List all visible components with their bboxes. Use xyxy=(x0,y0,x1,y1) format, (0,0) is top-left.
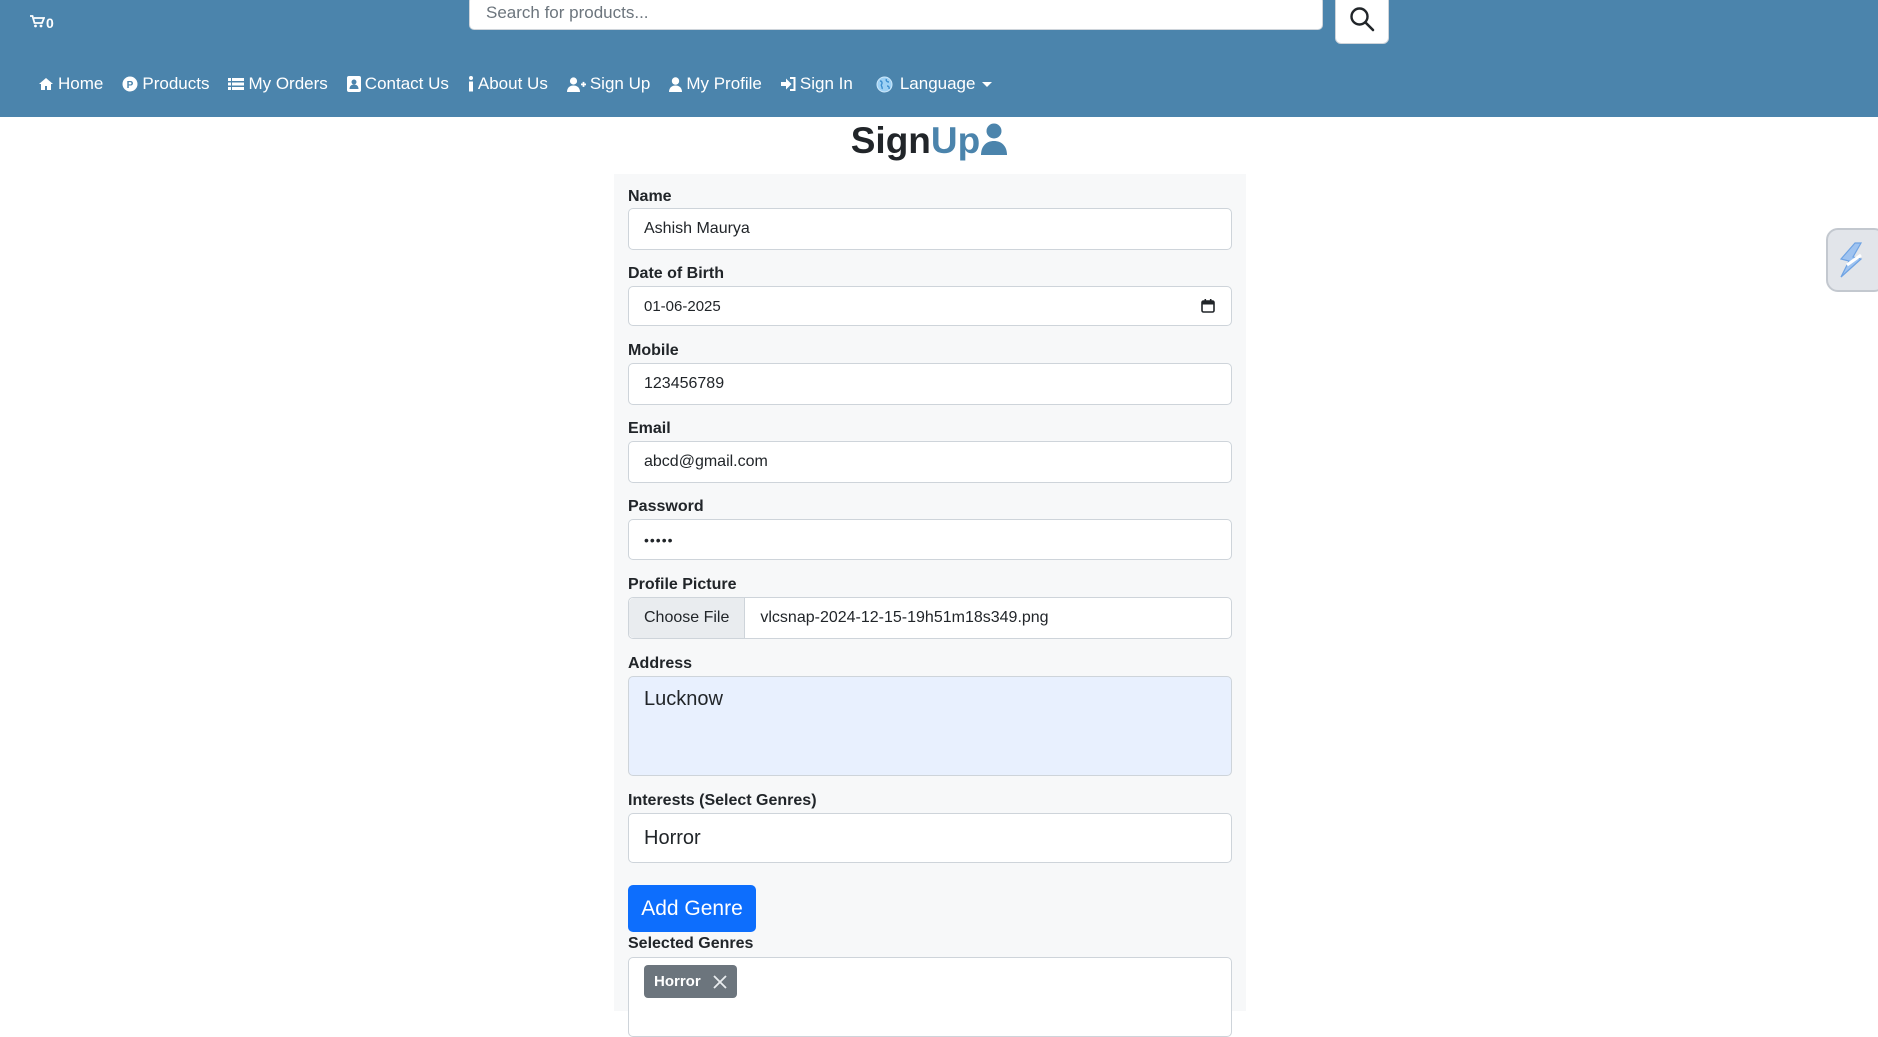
genre-tag: Horror xyxy=(644,965,737,998)
nav-products-label: Products xyxy=(142,74,210,93)
profile-picture-field[interactable]: Choose File vlcsnap-2024-12-15-19h51m18s… xyxy=(628,597,1232,639)
profile-picture-label: Profile Picture xyxy=(628,576,737,593)
nav-my-orders[interactable]: My Orders xyxy=(228,74,328,94)
interests-label: Interests (Select Genres) xyxy=(628,792,817,809)
page-title: SignUp xyxy=(0,120,1858,164)
dob-value: 01-06-2025 xyxy=(644,297,721,315)
selected-genres-label: Selected Genres xyxy=(628,935,754,952)
nav-my-profile[interactable]: My Profile xyxy=(669,74,762,94)
nav-sign-up[interactable]: Sign Up xyxy=(566,74,651,94)
close-icon[interactable] xyxy=(713,974,727,989)
page-title-part2: Up xyxy=(930,120,981,161)
nav-home[interactable]: Home xyxy=(38,74,103,94)
nav-products[interactable]: P Products xyxy=(122,74,209,94)
email-label: Email xyxy=(628,420,671,437)
nav-language-dropdown[interactable]: Language xyxy=(876,74,993,94)
calendar-icon[interactable] xyxy=(1201,299,1215,317)
nav-about-us[interactable]: About Us xyxy=(468,74,548,94)
mobile-label: Mobile xyxy=(628,342,679,359)
choose-file-button[interactable]: Choose File xyxy=(629,598,746,638)
page-title-part1: Sign xyxy=(850,120,931,161)
interests-value: Horror xyxy=(644,826,701,849)
name-field[interactable]: Ashish Maurya xyxy=(628,208,1232,250)
interests-select[interactable]: Horror xyxy=(628,813,1232,863)
cart-button[interactable]: 0 xyxy=(30,15,54,31)
file-name: vlcsnap-2024-12-15-19h51m18s349.png xyxy=(760,609,1049,626)
side-widget-button[interactable] xyxy=(1826,228,1878,292)
svg-text:P: P xyxy=(127,80,134,91)
user-icon xyxy=(981,122,1008,164)
password-label: Password xyxy=(628,498,704,515)
user-icon xyxy=(669,76,683,92)
name-label: Name xyxy=(628,188,672,205)
dob-label: Date of Birth xyxy=(628,265,724,282)
top-navbar: 0 Home P Products My Orders xyxy=(0,0,1878,117)
cart-icon xyxy=(30,15,46,31)
nav-language-label: Language xyxy=(899,74,976,93)
nav-home-label: Home xyxy=(58,74,104,93)
search-icon xyxy=(1349,6,1375,32)
info-icon xyxy=(468,76,474,92)
products-icon: P xyxy=(122,76,138,92)
password-value: ••••• xyxy=(644,531,674,548)
genre-tag-label: Horror xyxy=(654,973,701,990)
main-nav: Home P Products My Orders Contact Us Abo… xyxy=(38,74,1011,94)
address-value: Lucknow xyxy=(644,688,723,710)
password-field[interactable]: ••••• xyxy=(628,519,1232,560)
globe-icon xyxy=(876,76,893,93)
nav-sign-in-label: Sign In xyxy=(799,74,853,93)
signup-form: Name Ashish Maurya Date of Birth 01-06-2… xyxy=(614,174,1246,1037)
list-icon xyxy=(228,77,245,91)
add-genre-button[interactable]: Add Genre xyxy=(628,885,756,932)
nav-sign-in[interactable]: Sign In xyxy=(780,74,853,94)
email-value: abcd@gmail.com xyxy=(644,453,768,470)
lightning-icon xyxy=(1835,241,1867,279)
search-button[interactable] xyxy=(1335,0,1389,44)
contact-card-icon xyxy=(346,76,361,92)
mobile-value: 123456789 xyxy=(644,375,725,392)
nav-my-profile-label: My Profile xyxy=(686,74,762,93)
sign-in-icon xyxy=(780,77,796,91)
name-value: Ashish Maurya xyxy=(644,220,750,237)
address-field[interactable]: Lucknow xyxy=(628,676,1232,776)
cart-count: 0 xyxy=(46,15,54,31)
email-field[interactable]: abcd@gmail.com xyxy=(628,441,1232,483)
nav-contact-us-label: Contact Us xyxy=(364,74,449,93)
nav-contact-us[interactable]: Contact Us xyxy=(346,74,449,94)
nav-sign-up-label: Sign Up xyxy=(589,74,651,93)
dob-field[interactable]: 01-06-2025 xyxy=(628,286,1232,326)
nav-about-us-label: About Us xyxy=(477,74,548,93)
address-label: Address xyxy=(628,655,693,672)
search-input[interactable] xyxy=(469,0,1323,30)
home-icon xyxy=(38,77,54,91)
chevron-down-icon xyxy=(982,81,993,87)
mobile-field[interactable]: 123456789 xyxy=(628,363,1232,405)
selected-genres-box: Horror xyxy=(628,957,1232,1037)
user-plus-icon xyxy=(566,76,586,92)
nav-my-orders-label: My Orders xyxy=(248,74,328,93)
